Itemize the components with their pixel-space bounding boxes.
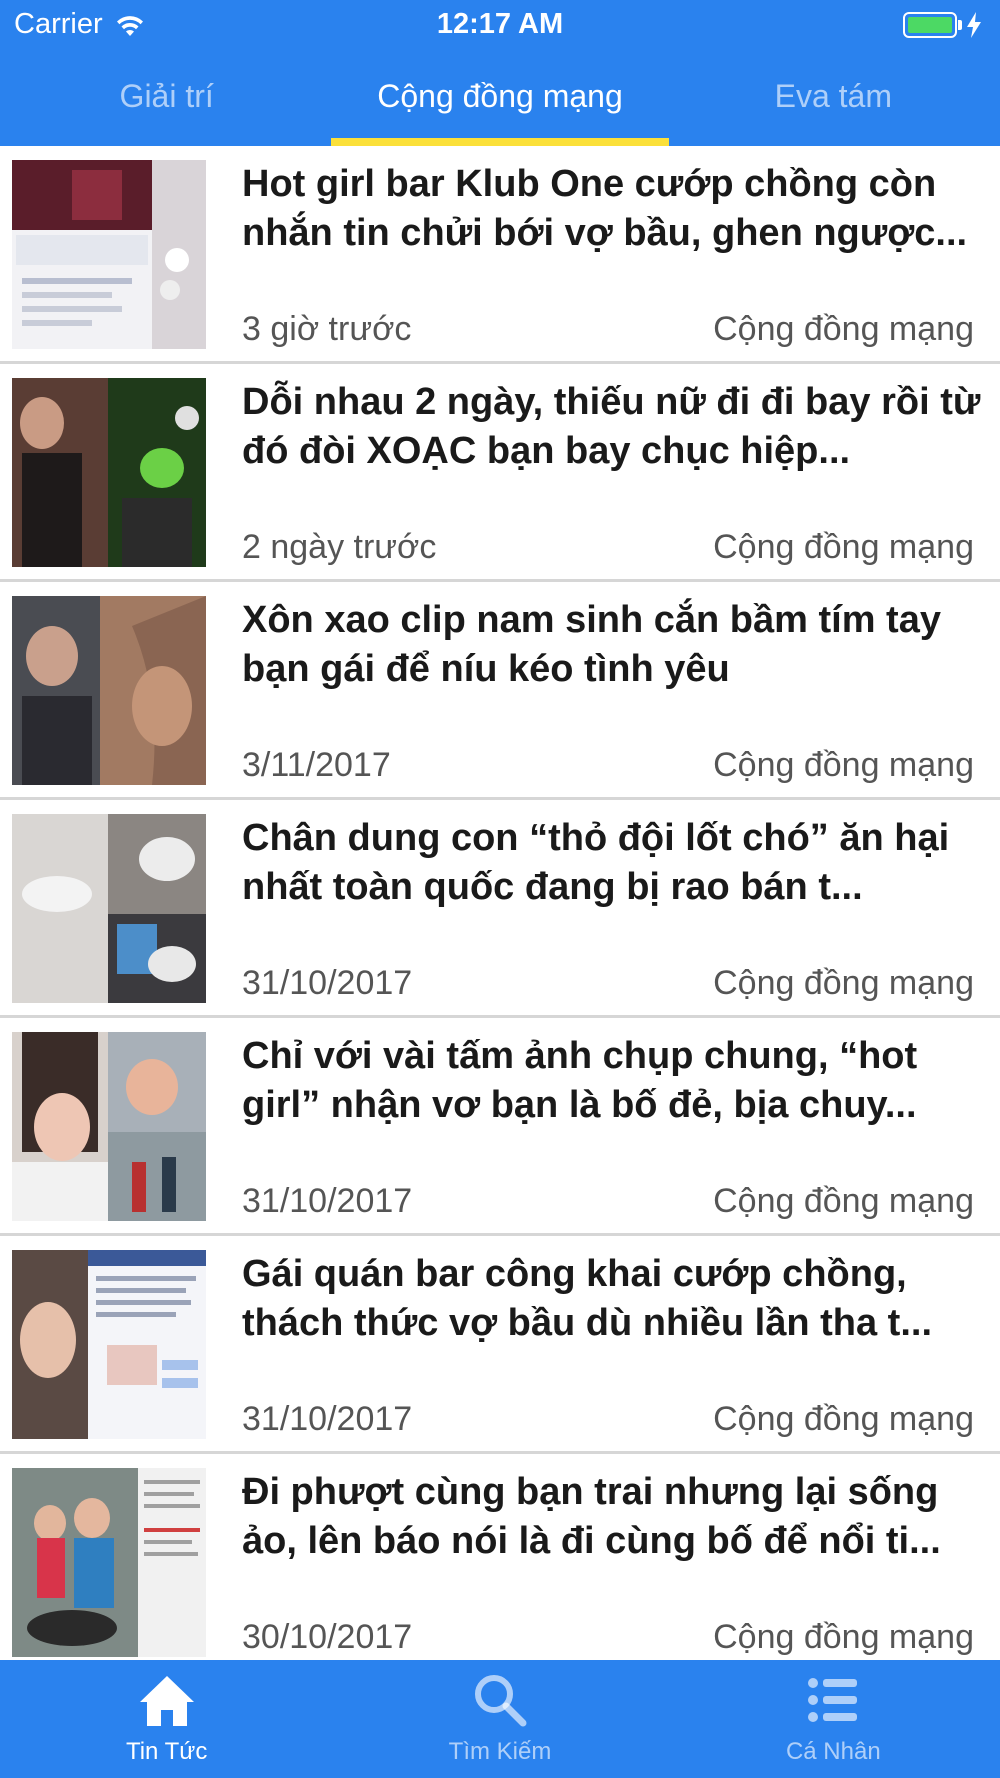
article-category: Cộng đồng mạng (713, 528, 974, 566)
article-thumbnail (12, 378, 206, 567)
list-item[interactable]: Chỉ với vài tấm ảnh chụp chung, “hot gir… (0, 1018, 1000, 1236)
article-title: Xôn xao clip nam sinh cắn bầm tím tay bạ… (242, 599, 941, 690)
news-list[interactable]: Hot girl bar Klub One cướp chồng còn nhắ… (0, 146, 1000, 1660)
search-icon (474, 1675, 527, 1727)
article-thumbnail (12, 1250, 206, 1439)
status-time: 12:17 AM (436, 8, 564, 40)
tab-label: Tin Tức (125, 1738, 208, 1765)
article-title: Dỗi nhau 2 ngày, thiếu nữ đi đi bay rồi … (242, 381, 981, 472)
article-time: 2 ngày trước (242, 528, 437, 566)
battery-tip (958, 20, 962, 30)
article-title: Đi phượt cùng bạn trai nhưng lại sống ảo… (242, 1471, 941, 1562)
active-tab-indicator (331, 138, 669, 146)
article-category: Cộng đồng mạng (713, 1400, 974, 1438)
article-title: Chỉ với vài tấm ảnh chụp chung, “hot gir… (242, 1035, 918, 1126)
article-thumbnail (12, 1032, 206, 1221)
article-category: Cộng đồng mạng (713, 1618, 974, 1656)
tab-tim-kiem[interactable]: Tìm Kiếm (333, 1660, 666, 1778)
article-thumbnail (12, 814, 206, 1003)
article-category: Cộng đồng mạng (713, 746, 974, 784)
article-time: 31/10/2017 (242, 1182, 413, 1220)
tab-eva-tam[interactable]: Eva tám (667, 50, 1000, 146)
list-item[interactable]: Dỗi nhau 2 ngày, thiếu nữ đi đi bay rồi … (0, 364, 1000, 582)
article-category: Cộng đồng mạng (713, 310, 974, 348)
bottom-tab-bar: Tin Tức Tìm Kiếm Cá Nhân (0, 1660, 1000, 1778)
list-item[interactable]: Đi phượt cùng bạn trai nhưng lại sống ảo… (0, 1454, 1000, 1660)
battery-indicator (903, 12, 982, 38)
article-title: Gái quán bar công khai cướp chồng, thách… (242, 1253, 933, 1344)
tab-ca-nhan[interactable]: Cá Nhân (667, 1660, 1000, 1778)
article-thumbnail (12, 160, 206, 349)
top-header: Carrier 12:17 AM Giải trí Cộng đồng mạng (0, 0, 1000, 146)
list-item[interactable]: Hot girl bar Klub One cướp chồng còn nhắ… (0, 146, 1000, 364)
article-time: 3/11/2017 (242, 746, 391, 784)
article-thumbnail (12, 596, 206, 785)
list-item[interactable]: Chân dung con “thỏ đội lốt chó” ăn hại n… (0, 800, 1000, 1018)
tab-label: Giải trí (119, 78, 214, 114)
category-tabs: Giải trí Cộng đồng mạng Eva tám (0, 50, 1000, 146)
article-title: Hot girl bar Klub One cướp chồng còn nhắ… (242, 163, 968, 254)
tab-label: Cá Nhân (785, 1738, 881, 1765)
list-item[interactable]: Xôn xao clip nam sinh cắn bầm tím tay bạ… (0, 582, 1000, 800)
status-bar: Carrier 12:17 AM (0, 0, 1000, 50)
article-category: Cộng đồng mạng (713, 1182, 974, 1220)
article-title: Chân dung con “thỏ đội lốt chó” ăn hại n… (242, 817, 950, 908)
tab-tin-tuc[interactable]: Tin Tức (0, 1660, 333, 1778)
tab-label: Eva tám (774, 78, 892, 114)
article-time: 31/10/2017 (242, 1400, 413, 1438)
tab-label: Cộng đồng mạng (377, 78, 623, 114)
article-time: 3 giờ trước (242, 310, 412, 348)
article-category: Cộng đồng mạng (713, 964, 974, 1002)
list-icon (808, 1678, 858, 1722)
home-icon (139, 1676, 194, 1726)
bolt-icon (967, 12, 981, 38)
list-item[interactable]: Gái quán bar công khai cướp chồng, thách… (0, 1236, 1000, 1454)
article-thumbnail (12, 1468, 206, 1657)
article-time: 31/10/2017 (242, 964, 413, 1002)
tab-label: Tìm Kiếm (448, 1738, 552, 1765)
battery-icon (903, 12, 957, 38)
battery-level (908, 17, 952, 33)
tab-giai-tri[interactable]: Giải trí (0, 50, 333, 146)
tab-cong-dong-mang[interactable]: Cộng đồng mạng (333, 50, 666, 146)
article-time: 30/10/2017 (242, 1618, 413, 1656)
